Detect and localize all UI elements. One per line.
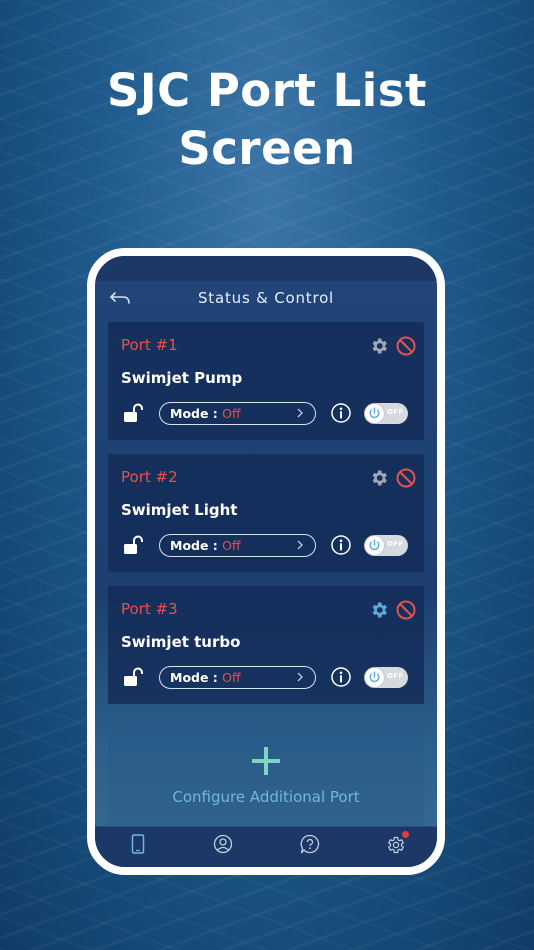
gear-icon[interactable] xyxy=(369,600,389,620)
toggle-knob xyxy=(365,536,384,555)
disable-icon[interactable] xyxy=(395,467,417,489)
gear-icon[interactable] xyxy=(369,468,389,488)
power-icon xyxy=(369,671,380,683)
mode-label: Mode : Off xyxy=(170,670,241,685)
toggle-knob xyxy=(365,404,384,423)
configure-port-button[interactable]: Configure Additional Port xyxy=(108,788,424,806)
phone-frame: Status & Control Port #1 Swimjet Pump Mo… xyxy=(87,248,445,875)
toggle-state-text: OFF xyxy=(387,672,404,680)
port-card-2: Port #2 Swimjet Light Mode : Off OFF xyxy=(108,454,424,572)
mode-label: Mode : Off xyxy=(170,538,241,553)
chevron-right-icon xyxy=(297,408,303,418)
status-strip xyxy=(95,256,437,281)
port-card-3: Port #3 Swimjet turbo Mode : Off OFF xyxy=(108,586,424,704)
port-label: Port #2 xyxy=(121,468,178,486)
chevron-right-icon xyxy=(297,672,303,682)
mode-value: Off xyxy=(222,538,241,553)
power-icon xyxy=(369,539,380,551)
page-title: Status & Control xyxy=(197,289,335,307)
unlock-icon[interactable] xyxy=(122,534,146,556)
help-icon[interactable] xyxy=(296,832,324,858)
info-icon[interactable] xyxy=(330,666,352,688)
power-toggle[interactable]: OFF xyxy=(364,535,408,556)
notification-badge xyxy=(402,831,409,838)
profile-icon[interactable] xyxy=(209,832,237,858)
topbar: Status & Control xyxy=(95,281,437,317)
unlock-icon[interactable] xyxy=(122,666,146,688)
chevron-right-icon xyxy=(297,540,303,550)
settings-nav-item[interactable] xyxy=(382,831,410,858)
headline-line1: SJC Port List xyxy=(106,64,427,117)
configure-port-card[interactable]: Configure Additional Port xyxy=(108,719,424,834)
power-toggle[interactable]: OFF xyxy=(364,403,408,424)
gear-icon[interactable] xyxy=(369,336,389,356)
mode-selector[interactable]: Mode : Off xyxy=(159,534,316,557)
power-toggle[interactable]: OFF xyxy=(364,667,408,688)
disable-icon[interactable] xyxy=(395,335,417,357)
power-icon xyxy=(369,407,380,419)
mode-selector[interactable]: Mode : Off xyxy=(159,666,316,689)
toggle-state-text: OFF xyxy=(387,540,404,548)
toggle-knob xyxy=(365,668,384,687)
device-icon[interactable] xyxy=(124,832,152,858)
toggle-state-text: OFF xyxy=(387,408,404,416)
info-icon[interactable] xyxy=(330,534,352,556)
port-label: Port #1 xyxy=(121,336,178,354)
device-name: Swimjet Light xyxy=(121,501,238,519)
device-name: Swimjet Pump xyxy=(121,369,243,387)
info-icon[interactable] xyxy=(330,402,352,424)
port-card-1: Port #1 Swimjet Pump Mode : Off OFF xyxy=(108,322,424,440)
mode-selector[interactable]: Mode : Off xyxy=(159,402,316,425)
headline-line2: Screen xyxy=(178,122,356,175)
plus-icon[interactable] xyxy=(250,745,282,777)
headline: SJC Port List Screen xyxy=(0,62,534,178)
mode-value: Off xyxy=(222,670,241,685)
device-name: Swimjet turbo xyxy=(121,633,241,651)
port-label: Port #3 xyxy=(121,600,178,618)
bottom-nav xyxy=(95,826,437,867)
mode-label: Mode : Off xyxy=(170,406,241,421)
disable-icon[interactable] xyxy=(395,599,417,621)
mode-value: Off xyxy=(222,406,241,421)
unlock-icon[interactable] xyxy=(122,402,146,424)
